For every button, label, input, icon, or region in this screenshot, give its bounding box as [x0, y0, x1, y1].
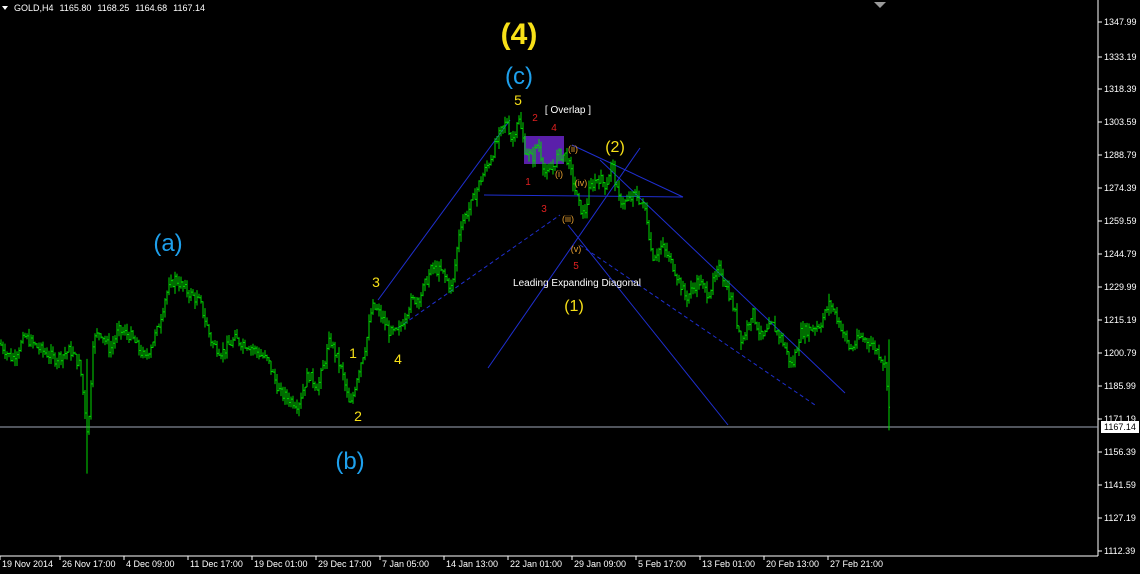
downtrend-steep-line [567, 224, 729, 426]
channel-upper-line [377, 119, 511, 301]
wave-b-label: (b) [335, 448, 364, 475]
candle-series [0, 111, 890, 474]
open-value: 1165.80 [59, 3, 92, 13]
time-tick-label: 13 Feb 01:00 [702, 559, 755, 569]
time-axis[interactable]: 19 Nov 2014 26 Nov 17:00 4 Dec 09:00 11 Dec… [0, 556, 883, 569]
time-tick-label: 20 Feb 13:00 [766, 559, 819, 569]
time-tick-label: 27 Feb 21:00 [830, 559, 883, 569]
price-tick-label: 1156.39 [1104, 447, 1136, 457]
wave-sub-5-label: 5 [514, 92, 522, 108]
channel-lower-dashed-line [397, 214, 561, 329]
symbol-label: GOLD,H4 [14, 3, 54, 13]
time-tick-label: 26 Nov 17:00 [62, 559, 116, 569]
price-tick-label: 1112.39 [1104, 546, 1135, 556]
price-tick-label: 1215.19 [1104, 315, 1137, 325]
price-tick-label: 1171.19 [1104, 414, 1136, 424]
time-tick-label: 22 Jan 01:00 [510, 559, 562, 569]
low-value: 1164.68 [135, 3, 168, 13]
time-tick-label: 19 Nov 2014 [2, 559, 53, 569]
wave-1-label: (1) [564, 298, 584, 315]
downtrend-channel-lower-dashed [579, 244, 816, 406]
price-tick-label: 1141.59 [1104, 480, 1136, 490]
time-tick-label: 29 Jan 09:00 [574, 559, 626, 569]
wave-sub-3-label: 3 [372, 274, 380, 290]
minor-3-label: 3 [541, 204, 547, 215]
wave-sub-2-label: 2 [354, 408, 362, 424]
minor-5-label: 5 [573, 261, 579, 272]
wave-c-label: (c) [505, 63, 533, 90]
current-price-line-group: 1167.14 [0, 421, 1139, 433]
chart-canvas[interactable]: 1167.14 1347.99 1333.19 1318.39 1303.59 1288… [0, 0, 1140, 574]
minute-ii-label: (ii) [568, 144, 578, 154]
price-tick-label: 1274.39 [1104, 183, 1137, 193]
time-tick-label: 11 Dec 17:00 [190, 559, 243, 569]
wave-4-label: (4) [501, 18, 538, 51]
price-tick-label: 1229.99 [1104, 282, 1137, 292]
price-tick-label: 1318.39 [1104, 84, 1137, 94]
wave-a-label: (a) [153, 230, 182, 257]
wave-sub-4-label: 4 [394, 351, 402, 367]
price-tick-label: 1347.99 [1104, 17, 1137, 27]
close-value: 1167.14 [173, 3, 206, 13]
minor-2-label: 2 [532, 113, 538, 124]
price-tick-label: 1303.59 [1104, 117, 1137, 127]
price-tick-label: 1185.99 [1104, 381, 1136, 391]
diagonal-lower-boundary [483, 194, 684, 198]
chart-shift-marker-icon[interactable] [874, 2, 886, 8]
minute-i-label: (i) [555, 169, 563, 179]
dropdown-arrow-icon[interactable] [2, 6, 8, 10]
minute-iv-label: (iv) [575, 178, 588, 188]
wave-sub-1-label: 1 [349, 345, 357, 361]
minor-4-label: 4 [551, 123, 557, 134]
price-tick-label: 1288.79 [1104, 150, 1137, 160]
price-tick-label: 1259.59 [1104, 216, 1137, 226]
overlap-box [524, 136, 564, 164]
time-tick-label: 5 Feb 17:00 [638, 559, 686, 569]
leading-diagonal-label: Leading Expanding Diagonal [513, 278, 641, 289]
price-tick-label: 1333.19 [1104, 52, 1137, 62]
time-tick-label: 14 Jan 13:00 [446, 559, 498, 569]
price-axis[interactable]: 1347.99 1333.19 1318.39 1303.59 1288.79 1274.… [1098, 17, 1137, 556]
high-value: 1168.25 [97, 3, 130, 13]
wave-labels: (4) (c) (a) (b) (1) (2) [ Overlap ] Leading Exp… [153, 18, 641, 475]
chart-header[interactable]: GOLD,H4 1165.80 1168.25 1164.68 1167.14 [2, 3, 205, 13]
time-tick-label: 29 Dec 17:00 [318, 559, 372, 569]
price-tick-label: 1244.79 [1104, 249, 1137, 259]
time-tick-label: 19 Dec 01:00 [254, 559, 308, 569]
minor-1-label: 1 [525, 177, 531, 188]
price-tick-label: 1127.19 [1104, 513, 1136, 523]
price-tick-label: 1200.79 [1104, 348, 1137, 358]
overlap-label: [ Overlap ] [545, 105, 591, 116]
minute-v-label: (v) [571, 244, 582, 254]
time-tick-label: 7 Jan 05:00 [382, 559, 429, 569]
time-tick-label: 4 Dec 09:00 [126, 559, 175, 569]
overlap-zone[interactable] [524, 136, 564, 164]
wave-2-label: (2) [605, 139, 625, 156]
minute-iii-label: (iii) [562, 214, 574, 224]
